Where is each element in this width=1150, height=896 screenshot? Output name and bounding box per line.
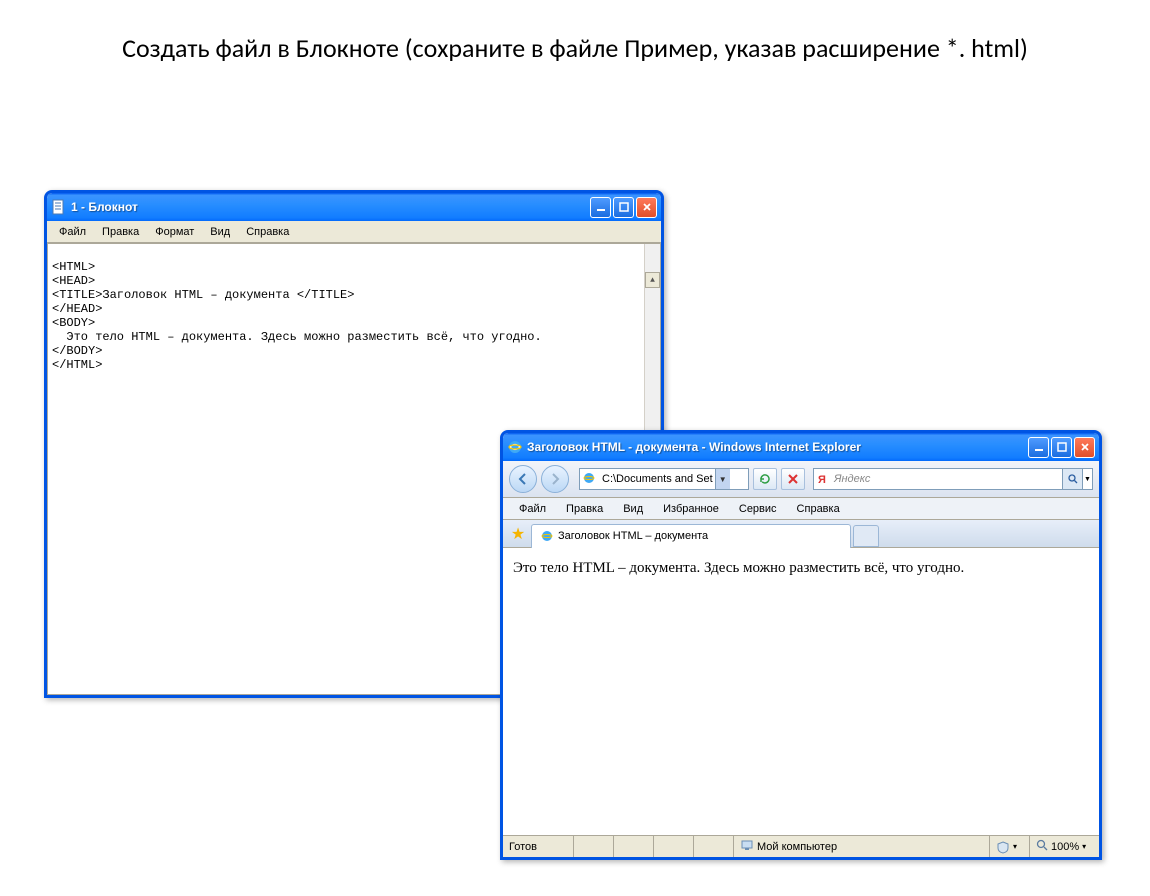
page-heading: Создать файл в Блокноте (сохраните в фай… (60, 32, 1090, 64)
maximize-button[interactable] (613, 197, 634, 218)
code-line: </BODY> (52, 344, 102, 358)
address-bar[interactable]: C:\Documents and Set ▼ (579, 468, 749, 490)
ie-menubar: Файл Правка Вид Избранное Сервис Справка (503, 498, 1099, 520)
menu-file[interactable]: Файл (51, 224, 94, 240)
code-line: Это тело HTML – документа. Здесь можно р… (52, 330, 542, 344)
search-go-button[interactable] (1062, 469, 1082, 489)
zoom-value: 100% (1051, 841, 1079, 853)
page-body-text: Это тело HTML – документа. Здесь можно р… (513, 560, 964, 576)
code-line: <HEAD> (52, 274, 95, 288)
arrow-left-icon (515, 471, 531, 487)
notepad-menubar: Файл Правка Формат Вид Справка (47, 221, 661, 243)
ie-page-content: Это тело HTML – документа. Здесь можно р… (503, 548, 1099, 835)
menu-help[interactable]: Справка (238, 224, 297, 240)
menu-help[interactable]: Справка (787, 501, 850, 517)
arrow-right-icon (547, 471, 563, 487)
ie-titlebar[interactable]: Заголовок HTML - документа - Windows Int… (503, 433, 1099, 461)
menu-file[interactable]: Файл (509, 501, 556, 517)
zoom-control[interactable]: 100% ▾ (1029, 836, 1099, 857)
address-text: C:\Documents and Set (600, 473, 715, 485)
notepad-titlebar[interactable]: 1 - Блокнот (47, 193, 661, 221)
menu-tools[interactable]: Сервис (729, 501, 787, 517)
ie-app-icon (507, 439, 523, 455)
menu-view[interactable]: Вид (613, 501, 653, 517)
computer-icon (740, 838, 754, 855)
code-line: <HTML> (52, 260, 95, 274)
refresh-icon (758, 472, 772, 486)
ie-page-icon (582, 471, 598, 487)
menu-edit[interactable]: Правка (94, 224, 147, 240)
refresh-button[interactable] (753, 468, 777, 490)
menu-edit[interactable]: Правка (556, 501, 613, 517)
code-line: </HEAD> (52, 302, 102, 316)
maximize-button[interactable] (1051, 437, 1072, 458)
notepad-app-icon (51, 199, 67, 215)
code-line: <TITLE>Заголовок HTML – документа </TITL… (52, 288, 354, 302)
yandex-icon: Я (817, 472, 831, 486)
menu-format[interactable]: Формат (147, 224, 202, 240)
favorites-star-icon[interactable]: ★ (507, 523, 529, 545)
search-dropdown-icon[interactable]: ▼ (1082, 469, 1092, 489)
ie-navigation-toolbar: C:\Documents and Set ▼ Я Яндекс ▼ (503, 461, 1099, 498)
stop-icon (786, 472, 800, 486)
code-line: </HTML> (52, 358, 102, 372)
notepad-title: 1 - Блокнот (71, 200, 590, 214)
search-placeholder: Яндекс (834, 473, 1062, 485)
close-button[interactable] (1074, 437, 1095, 458)
minimize-button[interactable] (1028, 437, 1049, 458)
zoom-icon (1036, 839, 1048, 854)
ie-page-icon (540, 529, 554, 543)
magnifier-icon (1067, 473, 1079, 485)
status-text: Готов (503, 836, 573, 857)
window-controls (590, 197, 657, 218)
address-dropdown-icon[interactable]: ▼ (715, 469, 730, 489)
code-line: <BODY> (52, 316, 95, 330)
browser-tab[interactable]: Заголовок HTML – документа (531, 524, 851, 548)
window-controls (1028, 437, 1095, 458)
menu-view[interactable]: Вид (202, 224, 238, 240)
new-tab-button[interactable] (853, 525, 879, 547)
back-button[interactable] (509, 465, 537, 493)
stop-button[interactable] (781, 468, 805, 490)
ie-title: Заголовок HTML - документа - Windows Int… (527, 440, 1028, 454)
security-zone: Мой компьютер (733, 836, 989, 857)
menu-favorites[interactable]: Избранное (653, 501, 729, 517)
ie-window: Заголовок HTML - документа - Windows Int… (500, 430, 1102, 860)
svg-text:Я: Я (818, 474, 826, 485)
close-button[interactable] (636, 197, 657, 218)
forward-button[interactable] (541, 465, 569, 493)
tab-label: Заголовок HTML – документа (558, 530, 708, 542)
ie-statusbar: Готов Мой компьютер ▾ 100% ▾ (503, 835, 1099, 857)
minimize-button[interactable] (590, 197, 611, 218)
protected-mode-icon[interactable]: ▾ (989, 836, 1029, 857)
search-box[interactable]: Я Яндекс ▼ (813, 468, 1093, 490)
ie-tab-row: ★ Заголовок HTML – документа (503, 520, 1099, 548)
